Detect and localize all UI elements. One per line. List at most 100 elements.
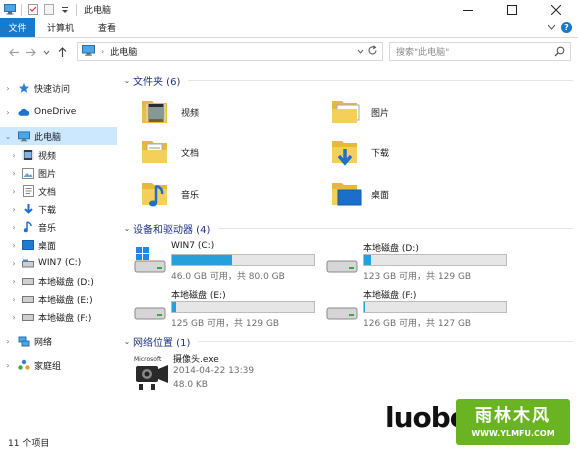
- recent-locations-icon[interactable]: [38, 44, 54, 60]
- chevron-right-icon[interactable]: ›: [4, 84, 12, 93]
- properties-icon[interactable]: [27, 4, 39, 16]
- system-drive-icon: [133, 247, 167, 275]
- watermark-title: 雨林木风: [475, 406, 551, 426]
- quick-access-toolbar: [0, 0, 82, 19]
- chevron-down-icon[interactable]: ⌄: [4, 132, 12, 141]
- nav-item-drive-f[interactable]: › 本地磁盘 (F:): [0, 308, 117, 326]
- window-title: 此电脑: [84, 6, 112, 16]
- nav-item-onedrive[interactable]: › OneDrive: [0, 103, 117, 121]
- network-item-name: 摄像头.exe: [173, 355, 219, 365]
- pictures-folder-icon: [22, 167, 34, 179]
- nav-item-documents[interactable]: › 文档: [0, 182, 117, 200]
- refresh-icon[interactable]: [367, 45, 378, 59]
- folder-videos[interactable]: 视频: [141, 97, 199, 127]
- address-dropdown-icon[interactable]: [357, 47, 364, 56]
- new-folder-icon[interactable]: [43, 4, 55, 16]
- folder-label: 音乐: [181, 190, 200, 201]
- tab-computer[interactable]: 计算机: [35, 18, 86, 37]
- nav-item-drive-c[interactable]: › WIN7 (C:): [0, 254, 117, 272]
- nav-item-music[interactable]: › 音乐: [0, 218, 117, 236]
- maximize-icon[interactable]: [490, 0, 534, 19]
- computer-icon[interactable]: [4, 4, 16, 16]
- search-input[interactable]: 搜索"此电脑": [389, 42, 571, 61]
- chevron-right-icon[interactable]: ›: [4, 108, 12, 117]
- customize-toolbar-icon[interactable]: [59, 4, 71, 16]
- chevron-right-icon[interactable]: ›: [4, 361, 12, 370]
- ribbon-tabs: 文件 计算机 查看 ?: [0, 18, 578, 38]
- chevron-right-icon[interactable]: ›: [10, 169, 18, 178]
- star-icon: [18, 82, 30, 94]
- homegroup-icon: [18, 359, 30, 371]
- navigation-pane: › 快速访问 › OneDrive ⌄ 此电脑 › 视频 › 图片 › 文档 ›…: [0, 66, 117, 432]
- group-header-devices[interactable]: ⌄ 设备和驱动器 (4): [121, 220, 573, 236]
- nav-item-desktop[interactable]: › 桌面: [0, 236, 117, 254]
- computer-icon: [18, 130, 30, 142]
- chevron-right-icon[interactable]: ›: [10, 259, 18, 268]
- expand-ribbon-icon[interactable]: [547, 23, 556, 33]
- folder-desktop[interactable]: 桌面: [331, 179, 389, 209]
- folder-pictures[interactable]: 图片: [331, 97, 389, 127]
- up-arrow-icon[interactable]: [54, 44, 70, 60]
- drive-f[interactable]: 本地磁盘 (F:) 126 GB 可用，共 127 GB: [325, 288, 515, 329]
- minimize-icon[interactable]: [446, 0, 490, 19]
- chevron-right-icon[interactable]: ›: [10, 295, 18, 304]
- address-bar[interactable]: › 此电脑: [77, 42, 383, 61]
- drive-free-space: 125 GB 可用，共 129 GB: [171, 319, 280, 329]
- breadcrumb-chevron-icon[interactable]: ›: [101, 47, 104, 56]
- tab-file[interactable]: 文件: [0, 18, 35, 37]
- drive-d[interactable]: 本地磁盘 (D:) 123 GB 可用，共 129 GB: [325, 241, 515, 282]
- group-header-network[interactable]: ⌄ 网络位置 (1): [121, 333, 573, 349]
- forward-arrow-icon[interactable]: [22, 44, 38, 60]
- chevron-right-icon[interactable]: ›: [10, 151, 18, 160]
- drive-e[interactable]: 本地磁盘 (E:) 125 GB 可用，共 129 GB: [133, 288, 323, 329]
- group-divider: [218, 227, 573, 229]
- drive-free-space: 123 GB 可用，共 129 GB: [363, 272, 472, 282]
- nav-item-drive-e[interactable]: › 本地磁盘 (E:): [0, 290, 117, 308]
- close-icon[interactable]: [534, 0, 578, 19]
- nav-item-label: 音乐: [38, 223, 57, 234]
- nav-item-label: 本地磁盘 (D:): [38, 277, 94, 288]
- title-bar: 此电脑: [0, 0, 578, 19]
- chevron-right-icon[interactable]: ›: [10, 187, 18, 196]
- nav-item-quick-access[interactable]: › 快速访问: [0, 79, 117, 97]
- tab-view[interactable]: 查看: [86, 18, 128, 37]
- chevron-right-icon[interactable]: ›: [10, 313, 18, 322]
- nav-item-drive-d[interactable]: › 本地磁盘 (D:): [0, 272, 117, 290]
- nav-item-network[interactable]: › 网络: [0, 332, 117, 350]
- nav-item-pictures[interactable]: › 图片: [0, 164, 117, 182]
- help-icon[interactable]: ?: [561, 22, 572, 33]
- music-folder-icon: [141, 179, 173, 209]
- drive-c[interactable]: WIN7 (C:) 46.0 GB 可用，共 80.0 GB: [133, 241, 323, 282]
- drive-usage-fill: [172, 255, 233, 265]
- back-arrow-icon[interactable]: [6, 44, 22, 60]
- nav-item-label: 快速访问: [34, 84, 71, 95]
- icon-brand-text: Microsoft: [134, 356, 162, 363]
- chevron-down-icon[interactable]: ⌄: [121, 337, 133, 346]
- chevron-down-icon[interactable]: ⌄: [121, 224, 133, 233]
- chevron-right-icon[interactable]: ›: [10, 241, 18, 250]
- nav-item-label: WIN7 (C:): [38, 258, 82, 268]
- nav-item-label: 此电脑: [34, 132, 62, 143]
- chevron-right-icon[interactable]: ›: [10, 223, 18, 232]
- chevron-right-icon[interactable]: ›: [4, 337, 12, 346]
- chevron-right-icon[interactable]: ›: [10, 277, 18, 286]
- search-icon[interactable]: [554, 46, 565, 60]
- drive-usage-bar: [171, 254, 315, 266]
- folder-documents[interactable]: 文档: [141, 137, 199, 167]
- folder-downloads[interactable]: 下载: [331, 137, 389, 167]
- nav-item-this-pc[interactable]: ⌄ 此电脑: [0, 127, 117, 145]
- breadcrumb-item[interactable]: 此电脑: [110, 45, 137, 58]
- cloud-icon: [18, 106, 30, 118]
- folder-music[interactable]: 音乐: [141, 179, 199, 209]
- nav-item-homegroup[interactable]: › 家庭组: [0, 356, 117, 374]
- video-folder-icon: [22, 149, 34, 161]
- chevron-down-icon[interactable]: ⌄: [121, 76, 133, 85]
- group-header-folders[interactable]: ⌄ 文件夹 (6): [121, 72, 573, 88]
- chevron-right-icon[interactable]: ›: [10, 205, 18, 214]
- network-item-camera-exe[interactable]: Microsoft 摄像头.exe 2014-04-22 13:39 48.0 …: [133, 352, 333, 396]
- watermark-url: WWW.YLMFU.COM: [471, 429, 555, 438]
- drive-name: 本地磁盘 (F:): [363, 291, 417, 301]
- nav-item-downloads[interactable]: › 下载: [0, 200, 117, 218]
- nav-item-videos[interactable]: › 视频: [0, 146, 117, 164]
- address-row: › 此电脑 搜索"此电脑": [0, 38, 578, 66]
